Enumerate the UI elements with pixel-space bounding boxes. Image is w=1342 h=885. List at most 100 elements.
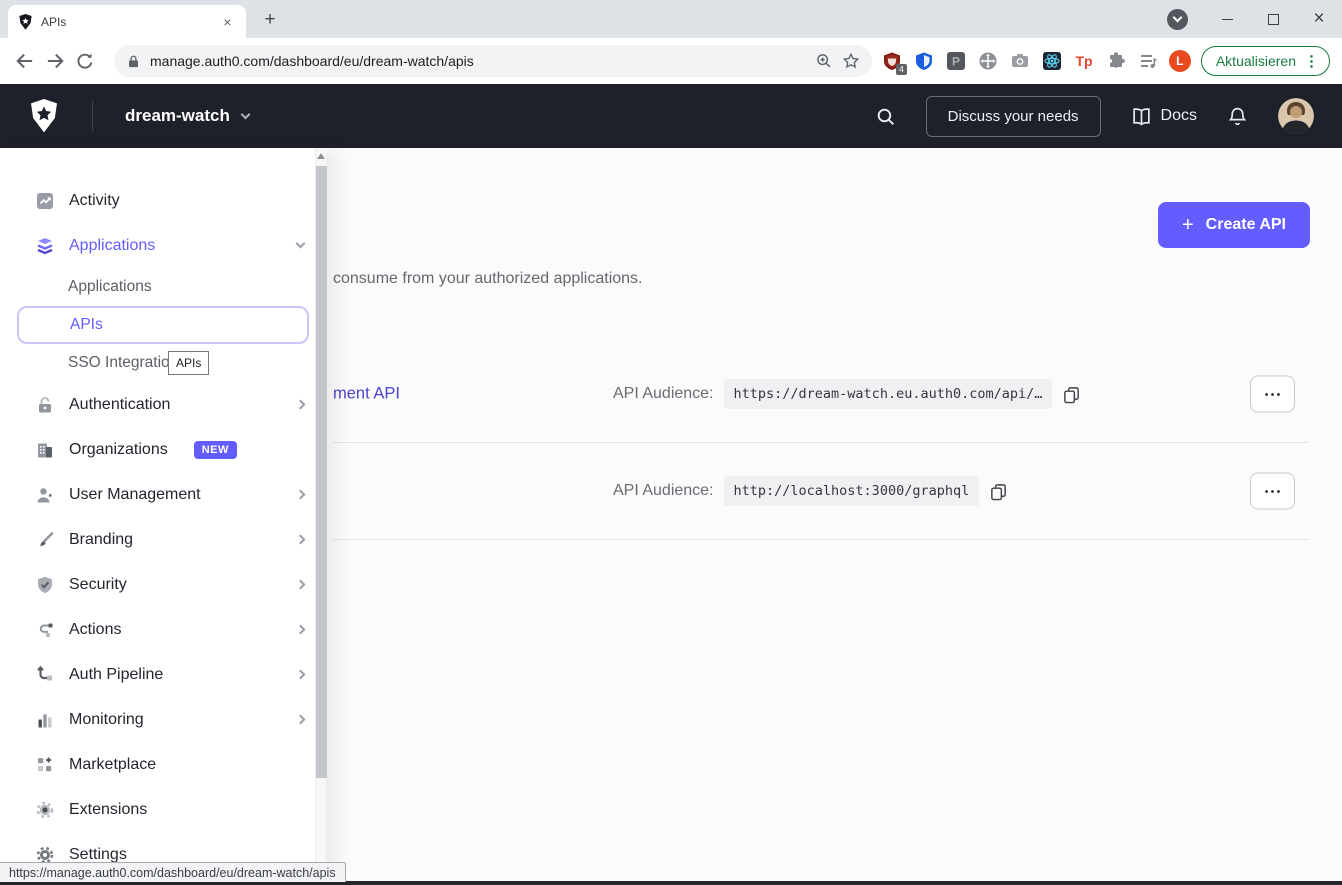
extension-badge: 4 — [896, 64, 907, 75]
shield-icon — [35, 575, 55, 595]
bell-icon[interactable] — [1227, 106, 1248, 127]
sidebar-item-security[interactable]: Security — [0, 562, 326, 607]
user-avatar[interactable] — [1278, 98, 1314, 134]
create-api-label: Create API — [1206, 216, 1286, 234]
tenant-selector[interactable]: dream-watch — [125, 106, 249, 126]
chevron-right-icon — [296, 400, 306, 410]
tenant-name: dream-watch — [125, 106, 230, 126]
forward-button[interactable] — [40, 46, 70, 76]
browser-navbar: manage.auth0.com/dashboard/eu/dream-watc… — [0, 38, 1342, 84]
sidebar-item-label: Activity — [69, 192, 120, 210]
create-api-button[interactable]: Create API — [1158, 202, 1310, 248]
chevron-down-icon — [296, 239, 306, 249]
sidebar-item-branding[interactable]: Branding — [0, 517, 326, 562]
sidebar-item-label: User Management — [69, 486, 201, 504]
url-text[interactable]: manage.auth0.com/dashboard/eu/dream-watc… — [150, 53, 474, 69]
camera-extension-icon[interactable] — [1010, 51, 1031, 72]
header-divider — [92, 101, 93, 131]
sidebar-item-marketplace[interactable]: Marketplace — [0, 742, 326, 787]
browser-update-icon[interactable] — [1167, 9, 1188, 30]
new-tab-button[interactable] — [260, 10, 280, 30]
api-audience-value: http://localhost:3000/graphql — [724, 476, 980, 506]
page-description: consume from your authorized application… — [333, 270, 643, 288]
sidebar-item-label: APIs — [70, 316, 103, 334]
tp-extension-icon[interactable]: Tp — [1074, 51, 1095, 72]
docs-link[interactable]: Docs — [1131, 106, 1197, 127]
new-badge: NEW — [194, 441, 237, 459]
tab-title: APIs — [41, 15, 211, 29]
chrome-menu-icon[interactable] — [1304, 52, 1319, 70]
monitoring-icon — [35, 710, 55, 730]
letter-p-extension-icon[interactable]: P — [946, 51, 967, 72]
user-icon — [35, 485, 55, 505]
sidebar-item-user-management[interactable]: User Management — [0, 472, 326, 517]
update-button-label: Aktualisieren — [1216, 53, 1296, 69]
sidebar-item-applications[interactable]: Applications — [0, 268, 326, 306]
puzzle-extension-icon[interactable] — [1106, 51, 1127, 72]
sidebar-nav: ActivityApplicationsApplicationsAPIsSSO … — [0, 148, 326, 885]
sidebar-item-sso-integrations[interactable]: SSO Integrations — [0, 344, 326, 382]
chevron-right-icon — [296, 670, 306, 680]
apis-tooltip: APIs — [168, 351, 209, 375]
zoom-page-icon[interactable] — [815, 52, 833, 70]
activity-icon — [35, 191, 55, 211]
sidebar-item-label: Authentication — [69, 396, 170, 414]
browser-tab[interactable]: APIs — [8, 5, 246, 38]
chrome-update-button[interactable]: Aktualisieren — [1201, 46, 1330, 76]
sidebar-item-actions[interactable]: Actions — [0, 607, 326, 652]
chevron-right-icon — [296, 580, 306, 590]
docs-label: Docs — [1161, 107, 1197, 125]
extensions-icon — [35, 800, 55, 820]
browser-titlebar: APIs — [0, 0, 1342, 38]
sidebar-item-monitoring[interactable]: Monitoring — [0, 697, 326, 742]
api-table-row: ment API API Audience: https://dream-watch… — [333, 346, 1309, 443]
api-row-menu-button[interactable] — [1250, 473, 1295, 510]
sidebar-item-applications[interactable]: Applications — [0, 223, 326, 268]
sidebar-item-label: Security — [69, 576, 127, 594]
chrome-profile-avatar[interactable]: L — [1169, 50, 1191, 72]
picker-extension-icon[interactable] — [978, 51, 999, 72]
sidebar-item-organizations[interactable]: OrganizationsNEW — [0, 427, 326, 472]
auth0-logo-icon[interactable] — [28, 99, 60, 133]
media-playlist-extension-icon[interactable] — [1138, 51, 1159, 72]
sidebar-item-label: Branding — [69, 531, 133, 549]
reload-button[interactable] — [70, 46, 100, 76]
minimize-button[interactable] — [1204, 0, 1250, 38]
ublock-extension-icon[interactable]: 4 — [882, 51, 903, 72]
back-button[interactable] — [10, 46, 40, 76]
main-area: consume from your authorized application… — [0, 148, 1342, 885]
api-audience-value: https://dream-watch.eu.auth0.com/api/… — [724, 379, 1053, 409]
tab-close-icon[interactable] — [219, 13, 236, 30]
search-icon[interactable] — [875, 106, 896, 127]
api-table-row: API Audience:http://localhost:3000/graph… — [333, 443, 1309, 540]
copy-icon[interactable] — [989, 482, 1008, 501]
marketplace-icon — [35, 755, 55, 775]
bookmark-star-icon[interactable] — [842, 52, 860, 70]
sidebar-item-label: Auth Pipeline — [69, 666, 163, 684]
lock-icon — [35, 395, 55, 415]
lock-icon[interactable] — [126, 54, 141, 69]
extensions-strip: 4 P Tp — [882, 51, 1159, 72]
api-name-link[interactable]: ment API — [333, 385, 400, 404]
bitwarden-extension-icon[interactable] — [914, 51, 935, 72]
address-bar[interactable]: manage.auth0.com/dashboard/eu/dream-watc… — [114, 45, 872, 77]
sidebar-item-label: Monitoring — [69, 711, 144, 729]
discuss-your-needs-button[interactable]: Discuss your needs — [926, 96, 1101, 137]
window-close-button[interactable] — [1296, 0, 1342, 38]
sidebar-item-auth-pipeline[interactable]: Auth Pipeline — [0, 652, 326, 697]
copy-icon[interactable] — [1062, 385, 1081, 404]
sidebar-item-extensions[interactable]: Extensions — [0, 787, 326, 832]
scrollbar-up-arrow-icon[interactable] — [317, 153, 325, 159]
chevron-right-icon — [296, 490, 306, 500]
api-audience-label: API Audience: — [613, 385, 714, 403]
sidebar-item-apis[interactable]: APIs — [17, 306, 309, 344]
sidebar-item-activity[interactable]: Activity — [0, 178, 326, 223]
sidebar-item-authentication[interactable]: Authentication — [0, 382, 326, 427]
api-row-menu-button[interactable] — [1250, 376, 1295, 413]
scrollbar-thumb[interactable] — [316, 166, 327, 778]
react-devtools-extension-icon[interactable] — [1042, 51, 1063, 72]
actions-icon — [35, 620, 55, 640]
sidebar-scrollbar[interactable] — [315, 148, 326, 885]
maximize-button[interactable] — [1250, 0, 1296, 38]
chevron-down-icon — [240, 109, 250, 119]
